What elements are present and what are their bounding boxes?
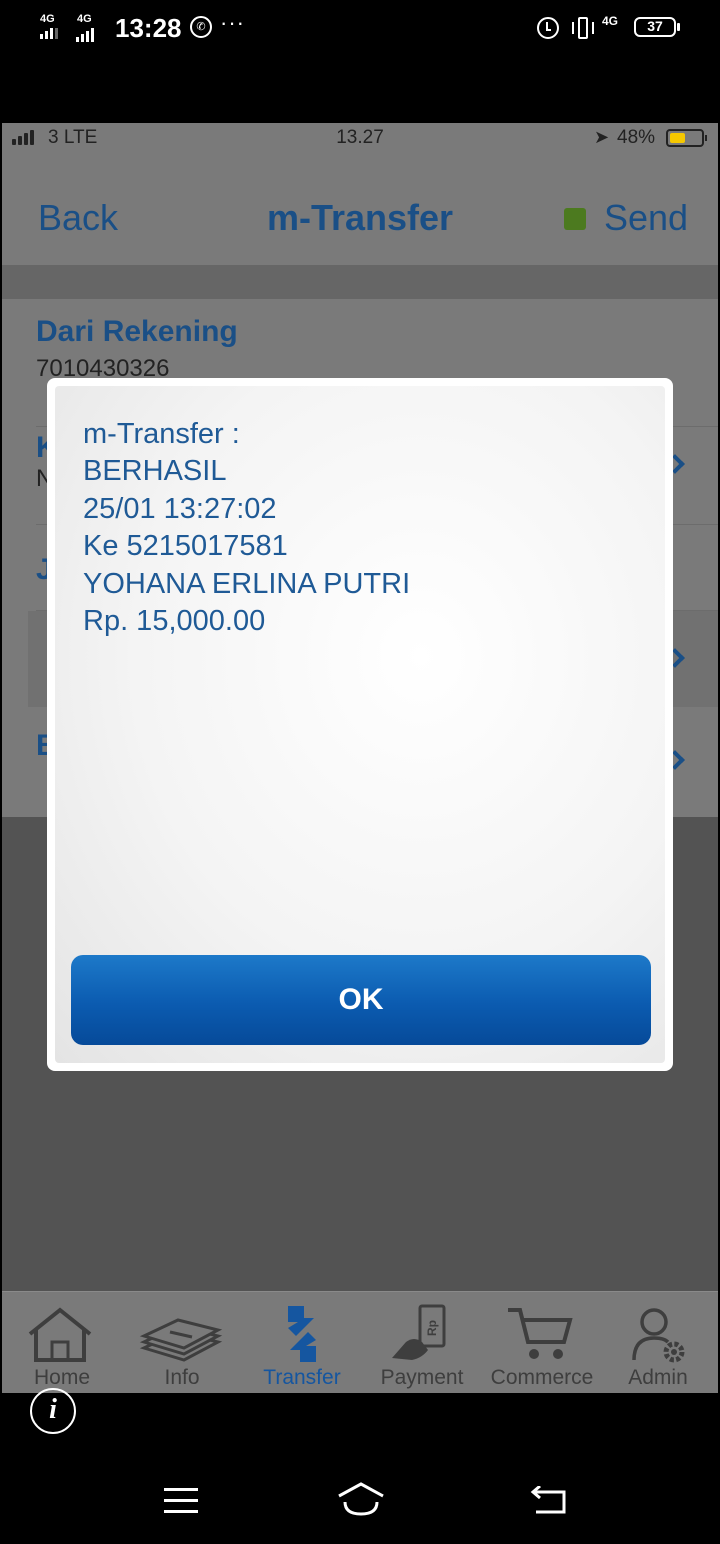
ios-status-bar: 3 LTE 13.27 ➤ 48% <box>2 123 718 153</box>
ok-button[interactable]: OK <box>71 955 651 1045</box>
status-clock: 13:28 <box>115 13 182 43</box>
tab-label: Admin <box>628 1366 688 1389</box>
tab-bar: Home Info Transfer Rp Payment Commerce A… <box>2 1291 718 1393</box>
android-nav-bar <box>0 1450 720 1544</box>
cart-icon <box>508 1308 573 1359</box>
battery-level: 37 <box>647 18 663 34</box>
tab-commerce[interactable]: Commerce <box>482 1292 602 1393</box>
tab-label: Payment <box>380 1366 464 1389</box>
result-dialog: m-Transfer : BERHASIL 25/01 13:27:02 Ke … <box>47 378 673 1071</box>
transfer-icon <box>288 1306 316 1362</box>
battery-icon: 37 <box>634 17 680 37</box>
tab-admin[interactable]: Admin <box>598 1292 718 1393</box>
info-stack-icon <box>139 1318 223 1362</box>
tab-label: Commerce <box>490 1366 594 1389</box>
message-line: Rp. 15,000.00 <box>83 605 266 638</box>
send-button[interactable]: Send <box>604 197 688 239</box>
recent-apps-icon[interactable] <box>164 1488 198 1514</box>
message-line: 25/01 13:27:02 <box>83 492 277 525</box>
network-type-1: 4G <box>40 13 55 25</box>
payment-icon: Rp <box>392 1304 446 1360</box>
tab-home[interactable]: Home <box>2 1292 122 1393</box>
ios-battery-icon <box>666 129 707 147</box>
tab-label: Info <box>164 1366 200 1389</box>
send-status-indicator <box>564 208 586 230</box>
vibrate-icon <box>570 15 596 41</box>
navigation-bar: Back m-Transfer Send <box>2 153 718 265</box>
whatsapp-icon: ✆ <box>190 16 212 38</box>
home-icon <box>28 1307 92 1362</box>
alarm-icon <box>537 17 559 39</box>
from-account-label: Dari Rekening <box>36 315 238 348</box>
more-notifications-icon: ··· <box>220 10 245 35</box>
signal-2-icon <box>76 28 94 42</box>
svg-text:Rp: Rp <box>425 1320 439 1336</box>
android-status-bar: 4G 4G 13:28 ✆ ··· 4G 37 <box>0 0 720 60</box>
location-arrow-icon: ➤ <box>594 127 610 147</box>
tab-info[interactable]: Info <box>122 1292 242 1393</box>
dialog-body: m-Transfer : BERHASIL 25/01 13:27:02 Ke … <box>55 386 665 1063</box>
signal-1-icon <box>40 28 58 39</box>
tab-transfer[interactable]: Transfer <box>242 1292 362 1393</box>
home-nav-icon[interactable] <box>337 1480 385 1520</box>
ios-time: 13.27 <box>336 127 384 148</box>
dialog-message: m-Transfer : BERHASIL 25/01 13:27:02 Ke … <box>83 416 410 640</box>
battery-percent: 48% <box>617 127 656 148</box>
admin-icon <box>632 1308 685 1363</box>
info-icon[interactable]: i <box>30 1388 76 1434</box>
message-line: BERHASIL <box>83 455 227 488</box>
phone-screen: 4G 4G 13:28 ✆ ··· 4G 37 3 LTE 13.27 ➤ 48… <box>0 0 720 1544</box>
network-type-2: 4G <box>77 13 92 25</box>
message-line: Ke 5215017581 <box>83 530 288 563</box>
network-type-right: 4G <box>602 14 619 28</box>
nav-divider <box>2 265 718 299</box>
back-nav-icon[interactable] <box>530 1486 570 1516</box>
message-line: m-Transfer : <box>83 418 240 450</box>
tab-payment[interactable]: Rp Payment <box>362 1292 482 1393</box>
tab-label: Home <box>33 1366 91 1389</box>
tab-label: Transfer <box>263 1366 341 1389</box>
message-line: YOHANA ERLINA PUTRI <box>83 567 411 600</box>
